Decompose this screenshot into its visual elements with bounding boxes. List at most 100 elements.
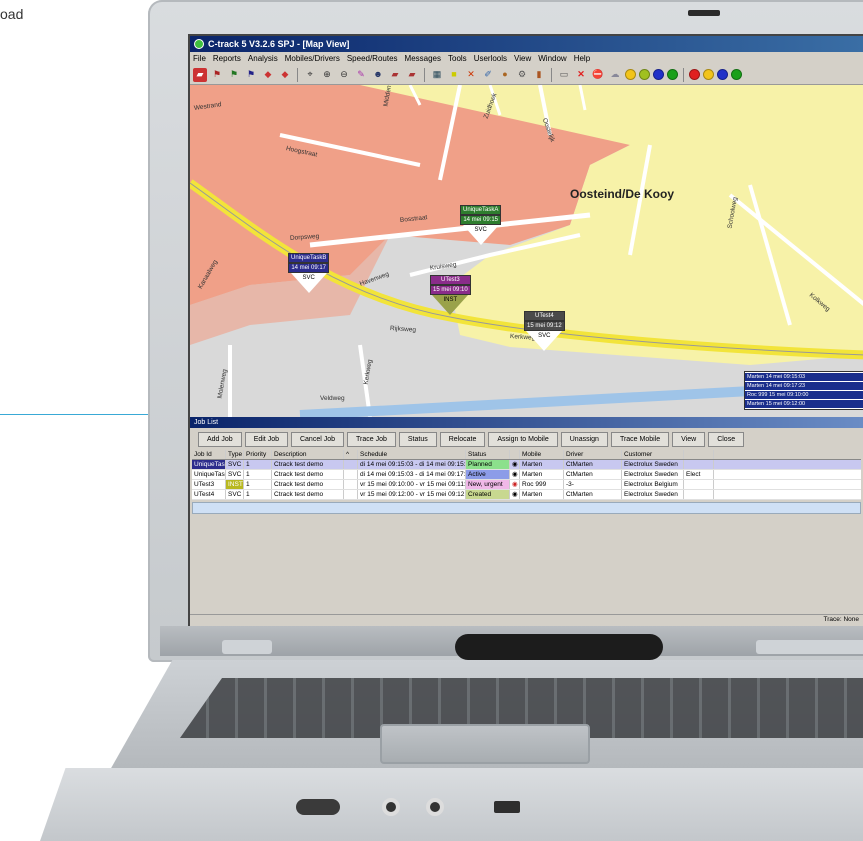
marker-time: 15 mei 09:10	[430, 285, 471, 295]
cell-priority: 1	[244, 470, 272, 479]
popup-row: Marten 14 mei 09:15:03	[745, 373, 863, 381]
table-row[interactable]: UTest4 SVC 1 Ctrack test demo vr 15 mei …	[192, 490, 861, 500]
column-header[interactable]: Priority	[244, 450, 272, 459]
cell-mobile: Marten	[520, 490, 564, 499]
table-row[interactable]: UniqueTaskB SVC 1 Ctrack test demo di 14…	[192, 470, 861, 480]
menu-messages[interactable]: Messages	[405, 54, 441, 63]
horizontal-scrollbar[interactable]	[192, 502, 861, 514]
cell-status: Created	[466, 490, 510, 499]
mobile-popup[interactable]: Marten 14 mei 09:15:03 Marten 14 mei 09:…	[744, 371, 863, 410]
audio-jack	[382, 798, 400, 816]
menu-view[interactable]: View	[514, 54, 531, 63]
cloud-icon[interactable]: ☁	[608, 68, 622, 82]
hinge-right	[756, 640, 863, 654]
menu-mobiles[interactable]: Mobiles/Drivers	[285, 54, 340, 63]
menu-window[interactable]: Window	[538, 54, 566, 63]
job-marker[interactable]: UniqueTaskB 14 mei 09:17 SVC	[288, 253, 330, 293]
status-green-icon[interactable]	[731, 69, 742, 80]
column-header[interactable]: Driver	[564, 450, 622, 459]
cell-extra	[684, 480, 714, 489]
column-header[interactable]: Type	[226, 450, 244, 459]
column-header[interactable]: Mobile	[520, 450, 564, 459]
cell-priority: 1	[244, 490, 272, 499]
no-entry-icon[interactable]: ⛔	[591, 68, 605, 82]
edit-job-button[interactable]: Edit Job	[244, 431, 288, 447]
cell-driver: CtMarten	[564, 470, 622, 479]
pin-icon[interactable]: ●	[498, 68, 512, 82]
highlight-icon[interactable]: ■	[447, 68, 461, 82]
document-icon[interactable]: ▭	[557, 68, 571, 82]
flag-icon[interactable]: ⚑	[244, 68, 258, 82]
truck-icon[interactable]: ▰	[405, 68, 419, 82]
route-icon[interactable]: ⌖	[303, 68, 317, 82]
map-icon[interactable]: ▦	[430, 68, 444, 82]
status-icon[interactable]	[639, 69, 650, 80]
job-marker[interactable]: UTest3 15 mei 09:10 INST	[430, 275, 471, 315]
cell-priority: 1	[244, 480, 272, 489]
truck-icon[interactable]: ▰	[388, 68, 402, 82]
cell-job-id: UTest4	[192, 490, 226, 499]
person-icon[interactable]: ☻	[371, 68, 385, 82]
close-icon[interactable]: ✕	[574, 68, 588, 82]
trace-mobile-button[interactable]: Trace Mobile	[610, 431, 670, 447]
column-header[interactable]: Job Id	[192, 450, 226, 459]
bars-icon[interactable]: ▮	[532, 68, 546, 82]
column-header[interactable]: Description	[272, 450, 344, 459]
close-button[interactable]: Close	[708, 431, 745, 447]
cell-job-id: UniqueTaskA	[192, 460, 226, 469]
car-icon[interactable]: ◆	[261, 68, 275, 82]
menu-help[interactable]: Help	[574, 54, 590, 63]
cell-sort	[344, 480, 358, 489]
title-bar[interactable]: C-track 5 V3.2.6 SPJ - [Map View]	[190, 36, 863, 52]
marker-time: 14 mei 09:15	[460, 215, 502, 225]
street-label: Veldweg	[320, 395, 345, 402]
menu-analysis[interactable]: Analysis	[248, 54, 278, 63]
menu-tools[interactable]: Tools	[448, 54, 467, 63]
column-header[interactable]: Schedule	[358, 450, 466, 459]
zoom-out-icon[interactable]: ⊖	[337, 68, 351, 82]
status-yellow-icon[interactable]	[703, 69, 714, 80]
cell-description: Ctrack test demo	[272, 460, 344, 469]
column-header[interactable]: Status	[466, 450, 510, 459]
flag-icon[interactable]: ⚑	[227, 68, 241, 82]
map-view[interactable]: Oosteind/De Kooy Westrand Hoogstraat Mid…	[190, 85, 863, 417]
job-marker[interactable]: UTest4 15 mei 09:12 SVC	[524, 311, 565, 351]
pencil-icon[interactable]: ✐	[481, 68, 495, 82]
status-icon[interactable]	[625, 69, 636, 80]
relocate-button[interactable]: Relocate	[439, 431, 486, 447]
cell-driver: -3-	[564, 480, 622, 489]
cancel-job-button[interactable]: Cancel Job	[290, 431, 345, 447]
table-row[interactable]: UniqueTaskA SVC 1 Ctrack test demo di 14…	[192, 460, 861, 470]
popup-row: Marten 15 mei 09:12:00	[745, 400, 863, 408]
job-marker[interactable]: UniqueTaskA 14 mei 09:15 SVC	[460, 205, 502, 245]
column-header[interactable]: ^	[344, 450, 358, 459]
trace-job-button[interactable]: Trace Job	[347, 431, 396, 447]
menu-usertools[interactable]: Userlools	[474, 54, 507, 63]
column-header[interactable]	[684, 450, 714, 459]
status-red-icon[interactable]	[689, 69, 700, 80]
table-row[interactable]: UTest3 INST 1 Ctrack test demo vr 15 mei…	[192, 480, 861, 490]
status-button[interactable]: Status	[398, 431, 437, 447]
flag-icon[interactable]: ⚑	[210, 68, 224, 82]
menu-speed[interactable]: Speed/Routes	[347, 54, 398, 63]
gear-icon[interactable]: ⚙	[515, 68, 529, 82]
status-icon[interactable]	[667, 69, 678, 80]
add-job-button[interactable]: Add Job	[198, 431, 242, 447]
column-header[interactable]: Customer	[622, 450, 684, 459]
view-button[interactable]: View	[672, 431, 706, 447]
app-window: C-track 5 V3.2.6 SPJ - [Map View] File R…	[188, 34, 863, 626]
truck-icon[interactable]: ▰	[193, 67, 207, 82]
cross-icon[interactable]: ✕	[464, 68, 478, 82]
app-icon	[194, 39, 204, 49]
car-icon[interactable]: ◆	[278, 68, 292, 82]
status-blue-icon[interactable]	[717, 69, 728, 80]
assign-to-mobile-button[interactable]: Assign to Mobile	[488, 431, 558, 447]
menu-reports[interactable]: Reports	[213, 54, 241, 63]
cell-sort	[344, 490, 358, 499]
status-icon[interactable]	[653, 69, 664, 80]
unassign-button[interactable]: Unassign	[560, 431, 608, 447]
menu-file[interactable]: File	[193, 54, 206, 63]
zoom-in-icon[interactable]: ⊕	[320, 68, 334, 82]
pen-icon[interactable]: ✎	[354, 68, 368, 82]
column-header[interactable]	[510, 450, 520, 459]
